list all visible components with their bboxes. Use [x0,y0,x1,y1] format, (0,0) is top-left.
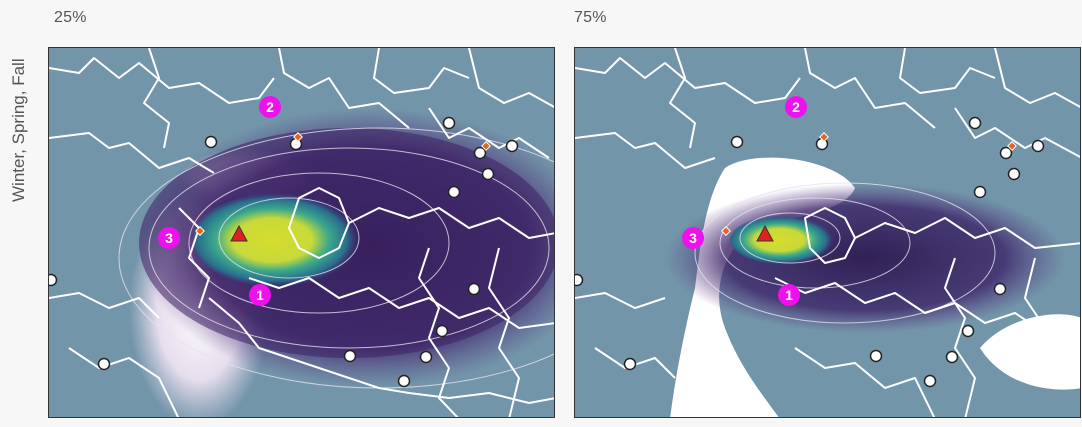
station-icon [815,137,829,151]
panel-title-left: 25% [54,9,87,26]
row-label: Winter, Spring, Fall [9,58,28,202]
marker-3: 3 [682,227,704,249]
station-icon [945,350,959,364]
svg-text:1: 1 [785,287,793,303]
panel-title-right: 75% [574,9,607,26]
svg-text:2: 2 [266,99,274,115]
svg-text:1: 1 [256,287,264,303]
svg-text:3: 3 [165,230,173,246]
station-icon [435,324,449,338]
station-icon [505,139,519,153]
plume-core [730,215,840,265]
station-icon [49,273,58,287]
station-icon [97,357,111,371]
station-icon [993,282,1007,296]
station-icon [289,137,303,151]
marker-2: 2 [785,96,807,118]
marker-1: 1 [778,284,800,306]
station-icon [204,135,218,149]
marker-2: 2 [259,96,281,118]
station-icon [730,135,744,149]
svg-text:3: 3 [689,230,697,246]
station-icon [343,349,357,363]
station-icon [447,185,461,199]
station-icon [397,374,411,388]
svg-text:2: 2 [792,99,800,115]
station-icon [442,116,456,130]
station-icon [1007,167,1021,181]
station-icon [968,116,982,130]
map-right: 2 3 1 [574,47,1081,418]
station-icon [473,146,487,160]
station-icon [961,324,975,338]
map-left: 2 3 1 [48,47,555,418]
station-icon [467,282,481,296]
station-icon [481,167,495,181]
station-icon [1031,139,1045,153]
station-icon [419,350,433,364]
station-icon [575,273,584,287]
marker-3: 3 [158,227,180,249]
station-icon [923,374,937,388]
white-region [980,314,1080,390]
marker-1: 1 [249,284,271,306]
station-icon [869,349,883,363]
station-icon [999,146,1013,160]
station-icon [973,185,987,199]
station-icon [623,357,637,371]
